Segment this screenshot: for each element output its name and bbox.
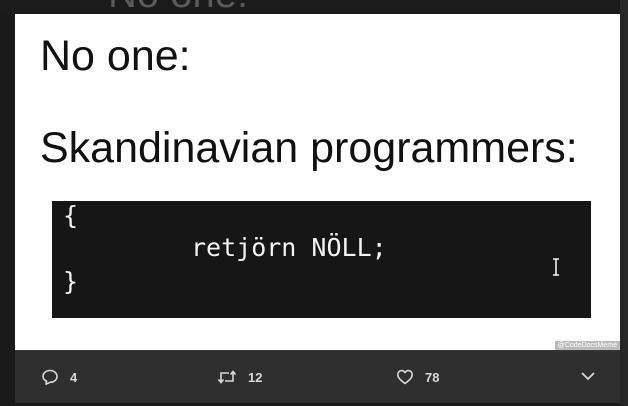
meme-image[interactable]: No one: Skandinavian programmers: { retj… <box>15 14 620 350</box>
like-count: 78 <box>425 369 440 385</box>
more-options-button[interactable] <box>580 370 596 382</box>
tweet-action-bar: 4 12 78 <box>15 350 620 403</box>
chevron-down-icon <box>581 372 595 381</box>
heart-icon <box>397 369 413 385</box>
text-cursor-icon <box>553 258 559 276</box>
meme-line-programmers: Skandinavian programmers: <box>40 124 578 172</box>
like-button[interactable]: 78 <box>396 368 439 386</box>
code-open-brace: { <box>63 201 79 230</box>
retweet-button[interactable]: 12 <box>217 368 262 386</box>
reply-count: 4 <box>70 369 78 385</box>
retweet-icon <box>217 370 237 384</box>
code-block: { retjörn NÖLL; } <box>52 201 591 318</box>
previous-content-strip: No one: <box>0 0 628 14</box>
watermark: @CodeDocsMeme <box>554 341 620 350</box>
reply-icon <box>42 369 58 385</box>
window-edge <box>620 0 628 406</box>
code-statement: retjörn NÖLL; <box>191 233 387 262</box>
reply-button[interactable]: 4 <box>41 368 77 386</box>
meme-line-no-one: No one: <box>40 32 191 80</box>
code-close-brace: } <box>63 267 79 296</box>
retweet-count: 12 <box>248 369 263 385</box>
previous-content-text: No one: <box>108 0 248 14</box>
tweet-media-view: No one: No one: Skandinavian programmers… <box>0 0 628 406</box>
